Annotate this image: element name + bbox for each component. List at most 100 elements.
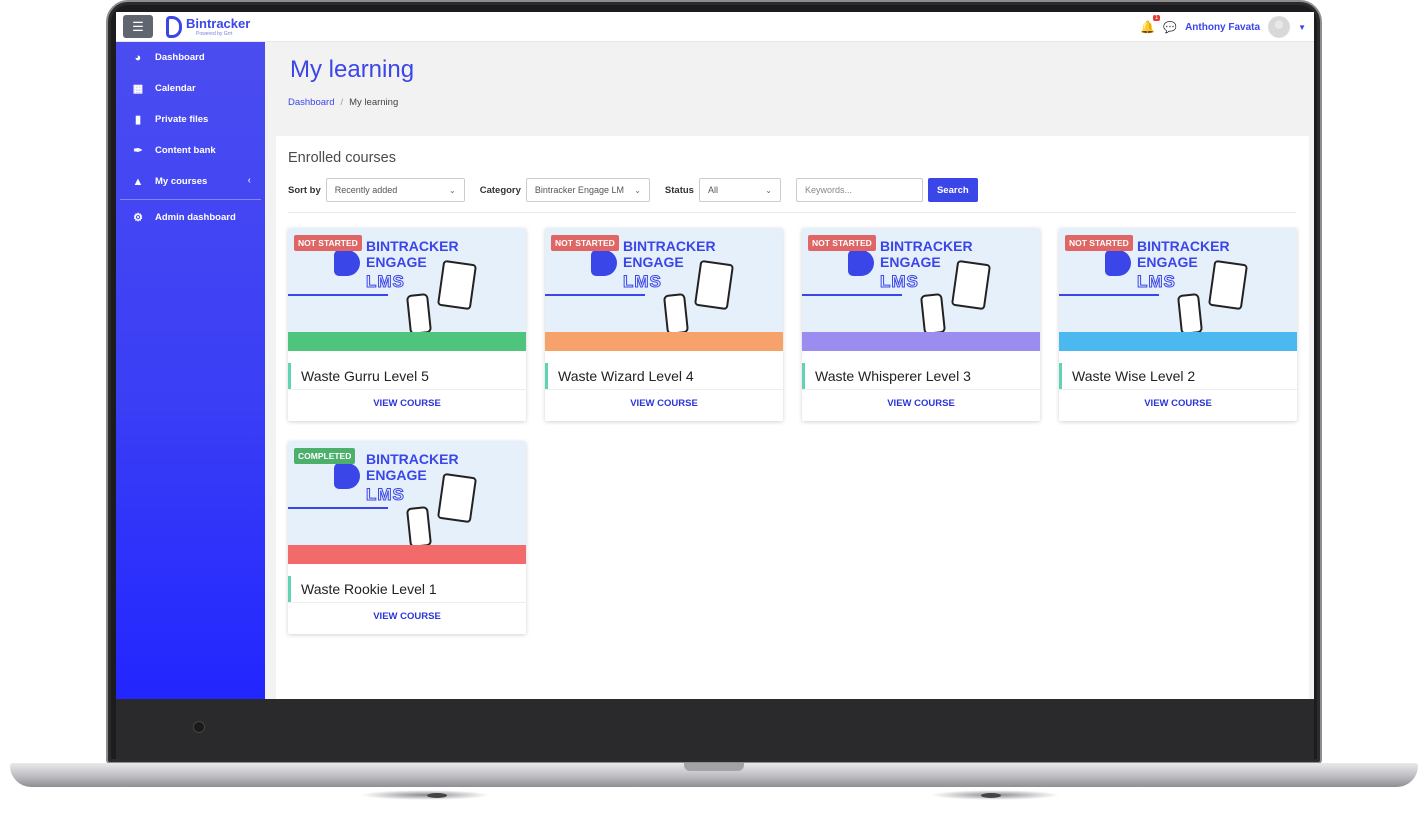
bintracker-logo-icon <box>334 250 360 276</box>
sidebar-item-admin-dashboard[interactable]: ⚙ Admin dashboard <box>116 202 265 233</box>
bintracker-logo-icon <box>166 16 182 38</box>
course-name[interactable]: Waste Wizard Level 4 <box>545 363 783 389</box>
keywords-input[interactable]: Keywords... <box>795 178 923 202</box>
tablet-icon <box>693 259 735 311</box>
phone-icon <box>1176 292 1204 336</box>
messages-chat-icon[interactable]: 💬 <box>1163 21 1177 34</box>
course-image[interactable]: BINTRACKER ENGAGE LMS NOT STARTED <box>802 228 1040 351</box>
sidebar-item-label: Admin dashboard <box>155 212 236 223</box>
course-image-lms: LMS <box>1137 272 1176 292</box>
sidebar-item-dashboard[interactable]: ◕ Dashboard <box>116 42 265 73</box>
laptop-bezel <box>116 699 1314 759</box>
sort-by-label: Sort by <box>288 184 321 196</box>
phone-icon <box>662 292 690 336</box>
decor-line <box>545 294 645 296</box>
course-image[interactable]: BINTRACKER ENGAGE LMS NOT STARTED <box>545 228 783 351</box>
course-name[interactable]: Waste Wise Level 2 <box>1059 363 1297 389</box>
tablet-icon <box>1207 259 1249 311</box>
breadcrumb-separator: / <box>340 97 344 108</box>
section-title: Enrolled courses <box>288 150 396 166</box>
status-badge: COMPLETED <box>294 448 356 464</box>
brand-subtitle: Powered by Grrt <box>196 31 233 37</box>
sidebar-item-content-bank[interactable]: ✒ Content bank <box>116 135 265 166</box>
chevron-down-icon: ⌄ <box>765 185 772 195</box>
status-badge: NOT STARTED <box>1065 235 1133 251</box>
dashboard-icon: ◕ <box>134 51 142 64</box>
caret-down-icon[interactable]: ▼ <box>1298 23 1306 32</box>
phone-icon <box>919 292 947 336</box>
tablet-icon <box>436 259 478 311</box>
course-card[interactable]: BINTRACKER ENGAGE LMS NOT STARTED Waste W… <box>545 228 783 421</box>
course-color-band <box>288 545 526 564</box>
decor-line <box>1059 294 1159 296</box>
course-filters: Sort by Recently added ⌄ Category Bintra… <box>288 178 978 202</box>
divider <box>1059 389 1297 390</box>
breadcrumb-dashboard-link[interactable]: Dashboard <box>288 97 334 108</box>
calendar-icon: ▦ <box>132 83 144 95</box>
status-value: All <box>707 185 718 195</box>
hamburger-icon: ☰ <box>132 18 144 34</box>
course-card[interactable]: BINTRACKER ENGAGE LMS NOT STARTED Waste W… <box>802 228 1040 421</box>
sidebar-item-private-files[interactable]: ▮ Private files <box>116 104 265 135</box>
course-color-band <box>545 332 783 351</box>
decor-line <box>288 507 388 509</box>
notifications-bell-icon[interactable]: 🔔 1 <box>1140 15 1161 34</box>
category-label: Category <box>479 184 521 196</box>
view-course-link[interactable]: VIEW COURSE <box>545 398 783 409</box>
sidebar-item-label: Calendar <box>155 83 196 94</box>
breadcrumb-current: My learning <box>349 97 399 108</box>
course-color-band <box>1059 332 1297 351</box>
status-select[interactable]: All ⌄ <box>698 178 781 202</box>
search-button[interactable]: Search <box>927 178 978 202</box>
course-image-lms: LMS <box>623 272 662 292</box>
chevron-down-icon: ⌄ <box>449 185 456 195</box>
course-card[interactable]: BINTRACKER ENGAGE LMS NOT STARTED Waste W… <box>1059 228 1297 421</box>
view-course-link[interactable]: VIEW COURSE <box>1059 398 1297 409</box>
divider <box>288 602 526 603</box>
sort-by-select[interactable]: Recently added ⌄ <box>325 178 465 202</box>
view-course-link[interactable]: VIEW COURSE <box>288 398 526 409</box>
brand-name: Bintracker <box>186 16 251 31</box>
user-avatar[interactable] <box>1268 16 1291 38</box>
divider <box>802 389 1040 390</box>
bintracker-logo-icon <box>334 463 360 489</box>
view-course-link[interactable]: VIEW COURSE <box>288 611 526 622</box>
course-image[interactable]: BINTRACKER ENGAGE LMS NOT STARTED <box>1059 228 1297 351</box>
enrolled-courses-panel: Enrolled courses Sort by Recently added … <box>276 136 1309 699</box>
laptop-notch <box>684 763 744 771</box>
user-menu-area: 🔔 1 💬 Anthony Favata ▼ <box>1140 15 1306 38</box>
sidebar-divider <box>120 199 261 200</box>
course-image[interactable]: BINTRACKER ENGAGE LMS COMPLETED <box>288 441 526 564</box>
view-course-link[interactable]: VIEW COURSE <box>802 398 1040 409</box>
breadcrumb: Dashboard / My learning <box>288 97 398 108</box>
chevron-down-icon: ⌄ <box>634 185 641 195</box>
status-badge: NOT STARTED <box>808 235 876 251</box>
sidebar-item-my-courses[interactable]: ▲ My courses ‹ <box>116 166 265 197</box>
course-image[interactable]: BINTRACKER ENGAGE LMS NOT STARTED <box>288 228 526 351</box>
course-card[interactable]: BINTRACKER ENGAGE LMS NOT STARTED Waste G… <box>288 228 526 421</box>
decor-line <box>288 294 388 296</box>
course-name[interactable]: Waste Rookie Level 1 <box>288 576 526 602</box>
divider <box>545 389 783 390</box>
decor-line <box>802 294 902 296</box>
graduation-cap-icon: ▲ <box>132 175 144 188</box>
course-name[interactable]: Waste Gurru Level 5 <box>288 363 526 389</box>
camera-dot <box>193 721 205 733</box>
laptop-foot-dot <box>427 793 447 798</box>
top-navbar: ☰ Bintracker Powered by Grrt 🔔 1 💬 Anthon… <box>116 12 1314 42</box>
course-color-band <box>802 332 1040 351</box>
category-select[interactable]: Bintracker Engage LM ⌄ <box>525 178 650 202</box>
user-name[interactable]: Anthony Favata <box>1185 22 1260 33</box>
sidebar-item-calendar[interactable]: ▦ Calendar <box>116 73 265 104</box>
brand-logo-link[interactable]: Bintracker Powered by Grrt <box>166 15 250 39</box>
course-name[interactable]: Waste Whisperer Level 3 <box>802 363 1040 389</box>
course-color-band <box>288 332 526 351</box>
status-badge: NOT STARTED <box>551 235 619 251</box>
tablet-icon <box>950 259 992 311</box>
phone-icon <box>405 292 433 336</box>
sidebar-item-label: My courses <box>155 176 208 187</box>
chevron-left-icon[interactable]: ‹ <box>248 175 251 186</box>
page-title: My learning <box>290 56 415 83</box>
course-card[interactable]: BINTRACKER ENGAGE LMS COMPLETED Waste Roo… <box>288 441 526 634</box>
menu-toggle-button[interactable]: ☰ <box>123 15 153 38</box>
